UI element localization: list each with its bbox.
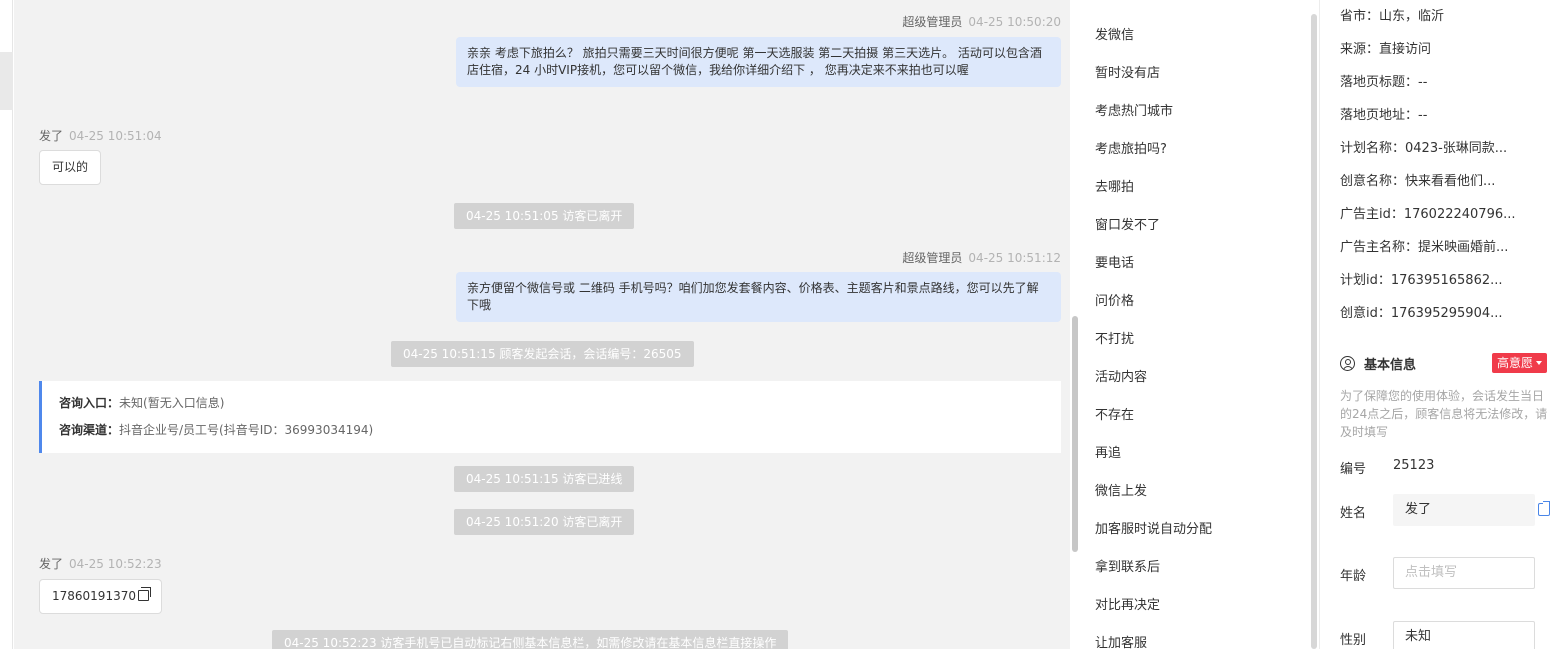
quick-reply-item[interactable]: 考虑热门城市 [1095,100,1173,119]
quick-reply-item[interactable]: 窗口发不了 [1095,214,1160,233]
sender-name: 发了 [39,129,64,143]
quick-reply-item[interactable]: 要电话 [1095,252,1134,271]
quick-reply-item[interactable]: 去哪拍 [1095,176,1134,195]
quick-reply-scrollbar[interactable] [1309,0,1319,649]
phone-number-text: 17860191370 [52,589,136,603]
info-creative-name: 创意名称：快来看看他们... [1340,174,1496,189]
info-advertiser-name: 广告主名称：提米映画婚前... [1340,240,1509,255]
info-advertiser-id: 广告主id：176022240796... [1340,207,1516,222]
edit-icon[interactable] [1538,501,1550,516]
visitor-message-bubble: 可以的 [39,150,102,185]
info-plan-name: 计划名称：0423-张琳同款... [1340,141,1508,156]
caret-down-icon [1536,361,1543,365]
basic-info-title-text: 基本信息 [1364,358,1417,373]
system-notice: 04-25 10:51:05 访客已离开 [454,203,635,229]
quick-reply-item[interactable]: 不存在 [1095,404,1134,423]
age-label: 年龄 [1340,569,1367,584]
message-time: 04-25 10:51:12 [968,251,1061,265]
quick-reply-item[interactable]: 发微信 [1095,24,1134,43]
quick-reply-item[interactable]: 暂时没有店 [1095,62,1160,81]
message-meta: 超级管理员 04-25 10:50:20 [902,13,1061,30]
info-landing-title: 落地页标题：-- [1340,75,1428,90]
system-notice: 04-25 10:51:15 访客已进线 [454,466,635,492]
age-input[interactable]: 点击填写 [1393,557,1535,589]
info-plan-id: 计划id：176395165862... [1340,273,1503,288]
message-time: 04-25 10:52:23 [69,557,162,571]
consult-channel-row: 咨询渠道：抖音企业号/员工号(抖音号ID：36993034194) [59,417,1044,444]
intent-level-text: 高意愿 [1497,356,1534,370]
consult-channel-value: 抖音企业号/员工号(抖音号ID：36993034194) [119,423,374,437]
quick-reply-item[interactable]: 活动内容 [1095,366,1147,385]
consult-entry-row: 咨询入口：未知(暂无入口信息) [59,390,1044,417]
info-province-city: 省市：山东，临沂 [1340,9,1445,24]
name-field[interactable]: 发了 [1393,494,1535,526]
info-creative-id: 创意id：176395295904... [1340,306,1503,321]
quick-reply-item[interactable]: 加客服时说自动分配 [1095,518,1212,537]
message-time: 04-25 10:50:20 [968,15,1061,29]
system-notice: 04-25 10:52:23 访客手机号已自动标记右侧基本信息栏，如需修改请在基… [272,630,789,649]
basic-info-title: 基本信息 [1340,354,1416,373]
id-value: 25123 [1393,458,1435,473]
visitor-message-bubble: 17860191370 [39,579,162,614]
quick-reply-item[interactable]: 再追 [1095,442,1121,461]
info-landing-url: 落地页地址：-- [1340,108,1428,123]
quick-reply-scrollbar-thumb[interactable] [1311,14,1317,649]
quick-reply-item[interactable]: 考虑旅拍吗? [1095,138,1167,157]
copy-icon[interactable] [137,587,151,601]
quick-reply-item[interactable]: 不打扰 [1095,328,1134,347]
agent-message-bubble: 亲亲 考虑下旅拍么？ 旅拍只需要三天时间很方便呢 第一天选服装 第二天拍摄 第三… [456,37,1061,87]
quick-reply-item[interactable]: 问价格 [1095,290,1134,309]
user-circle-icon [1340,356,1355,371]
info-source: 来源：直接访问 [1340,42,1432,57]
gender-label: 性别 [1340,633,1367,648]
chat-scrollbar[interactable] [1072,0,1078,649]
consult-entry-label: 咨询入口： [59,396,120,410]
id-label: 编号 [1340,462,1367,477]
gender-select[interactable]: 未知 [1393,621,1535,649]
consult-info-card: 咨询入口：未知(暂无入口信息) 咨询渠道：抖音企业号/员工号(抖音号ID：369… [39,381,1061,453]
sender-name: 超级管理员 [902,251,963,265]
message-meta: 超级管理员 04-25 10:51:12 [902,249,1061,266]
system-notice: 04-25 10:51:15 顾客发起会话，会话编号：26505 [391,341,694,367]
left-nav-strip [0,0,13,649]
quick-reply-item[interactable]: 微信上发 [1095,480,1147,499]
message-meta: 发了 04-25 10:51:04 [39,127,162,144]
quick-reply-item[interactable]: 拿到联系后 [1095,556,1160,575]
quick-reply-item[interactable]: 对比再决定 [1095,594,1160,613]
message-time: 04-25 10:51:04 [69,129,162,143]
quick-reply-panel: 发微信 暂时没有店 考虑热门城市 考虑旅拍吗? 去哪拍 窗口发不了 要电话 问价… [1079,0,1309,649]
name-label: 姓名 [1340,506,1367,521]
message-meta: 发了 04-25 10:52:23 [39,555,162,572]
agent-message-bubble: 亲方便留个微信号或 二维码 手机号吗？咱们加您发套餐内容、价格表、主题客片和景点… [456,272,1061,322]
chat-panel: 超级管理员 04-25 10:50:20 亲亲 考虑下旅拍么？ 旅拍只需要三天时间… [14,0,1070,649]
visitor-info-panel: 省市：山东，临沂 来源：直接访问 落地页标题：-- 落地页地址：-- 计划名称：… [1319,0,1561,649]
sender-name: 超级管理员 [902,15,963,29]
chat-scrollbar-thumb[interactable] [1072,316,1078,552]
system-notice: 04-25 10:51:20 访客已离开 [454,509,635,535]
quick-reply-item[interactable]: 让加客服 [1095,632,1147,649]
sender-name: 发了 [39,557,64,571]
collapsed-tab[interactable] [0,52,13,110]
consult-entry-value: 未知(暂无入口信息) [119,396,225,410]
edit-deadline-hint: 为了保障您的使用体验，会话发生当日的24点之后，顾客信息将无法修改，请及时填写 [1340,389,1548,439]
intent-level-dropdown[interactable]: 高意愿 [1492,353,1548,373]
consult-channel-label: 咨询渠道： [59,423,120,437]
